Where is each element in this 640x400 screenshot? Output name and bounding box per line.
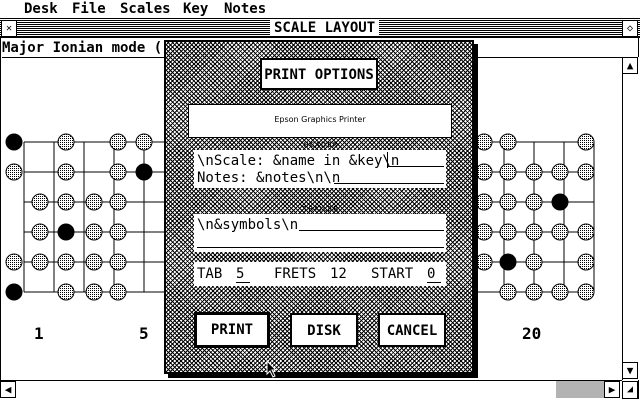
trailer-line-1[interactable]: \n&symbols\n xyxy=(197,217,298,233)
scale-note-marker xyxy=(57,163,75,181)
trailer-line-2-blank xyxy=(197,247,444,248)
header-line-1[interactable]: \nScale: &name in &key\n xyxy=(197,153,399,169)
start-label: START xyxy=(371,266,414,282)
frets-label: FRETS xyxy=(274,266,317,282)
fret-number-1: 1 xyxy=(34,324,44,343)
scale-note-marker xyxy=(135,133,153,151)
scale-note-marker xyxy=(5,253,23,271)
scale-note-marker xyxy=(577,223,595,241)
printer-name: Epson Graphics Printer xyxy=(274,115,366,124)
scale-note-marker xyxy=(499,193,517,211)
fret-number-5: 5 xyxy=(139,324,149,343)
header-field[interactable]: \nScale: &name in &key\n Notes: &notes\n… xyxy=(194,150,446,188)
scale-note-marker xyxy=(109,133,127,151)
scale-note-marker xyxy=(85,283,103,301)
resize-box-icon[interactable]: ◢ xyxy=(622,381,638,399)
menu-notes[interactable]: Notes xyxy=(224,1,266,17)
close-box-icon[interactable]: ✕ xyxy=(1,20,17,37)
cancel-button[interactable]: CANCEL xyxy=(378,313,446,347)
scale-note-marker xyxy=(85,193,103,211)
tab-value-field[interactable]: 5 xyxy=(236,266,250,283)
root-note-marker xyxy=(5,133,23,151)
scale-note-marker xyxy=(577,253,595,271)
window-title: SCALE LAYOUT xyxy=(270,20,380,36)
vertical-scrollbar[interactable] xyxy=(622,57,639,380)
scale-note-marker xyxy=(109,163,127,181)
root-note-marker xyxy=(5,283,23,301)
trailer-field[interactable]: \n&symbols\n xyxy=(194,214,446,252)
scale-note-marker xyxy=(499,163,517,181)
scale-note-marker xyxy=(525,163,543,181)
printer-name-box[interactable]: Epson Graphics Printer xyxy=(188,104,452,138)
layout-settings-row: TAB 5 FRETS 12 START 0 xyxy=(194,262,446,286)
scale-note-marker xyxy=(31,253,49,271)
scale-note-marker xyxy=(57,193,75,211)
scale-note-marker xyxy=(525,193,543,211)
scale-note-marker xyxy=(525,253,543,271)
menu-bar: Desk File Scales Key Notes xyxy=(0,0,640,19)
scale-note-marker xyxy=(5,163,23,181)
scale-note-marker xyxy=(499,223,517,241)
menu-scales[interactable]: Scales xyxy=(120,1,171,17)
frets-value-field[interactable]: 12 xyxy=(330,266,347,282)
scale-note-marker xyxy=(577,133,595,151)
scale-note-marker xyxy=(499,133,517,151)
print-options-dialog: PRINT OPTIONS Epson Graphics Printer HEA… xyxy=(164,40,474,374)
horizontal-scrollbar[interactable] xyxy=(0,380,622,399)
trailer-line-1-blank xyxy=(299,230,444,231)
scale-note-marker xyxy=(85,223,103,241)
scale-note-marker xyxy=(109,283,127,301)
tab-label: TAB xyxy=(197,266,223,282)
root-note-marker xyxy=(135,163,153,181)
scale-note-marker xyxy=(577,283,595,301)
mouse-pointer-icon xyxy=(266,360,278,378)
print-button[interactable]: PRINT xyxy=(194,312,270,348)
scale-note-marker xyxy=(551,223,569,241)
scale-note-marker xyxy=(57,133,75,151)
horizontal-scroll-thumb[interactable] xyxy=(556,381,604,398)
text-cursor xyxy=(387,152,388,168)
scale-note-marker xyxy=(551,163,569,181)
header-line-2[interactable]: Notes: &notes\n\n xyxy=(197,170,340,186)
scale-note-marker xyxy=(475,223,493,241)
scale-note-marker xyxy=(551,283,569,301)
scroll-up-icon[interactable]: ▲ xyxy=(622,57,638,74)
full-box-icon[interactable]: ◇ xyxy=(622,20,638,37)
scale-note-marker xyxy=(31,223,49,241)
trailer-label: TRAILER xyxy=(303,205,339,213)
scale-note-marker xyxy=(577,163,595,181)
menu-file[interactable]: File xyxy=(72,1,106,17)
menu-key[interactable]: Key xyxy=(183,1,208,17)
scale-note-marker xyxy=(525,283,543,301)
scale-note-marker xyxy=(475,133,493,151)
start-value-field[interactable]: 0 xyxy=(427,266,441,283)
header-label: HEADER xyxy=(303,141,339,149)
scale-note-marker xyxy=(499,283,517,301)
header-line-1-blank xyxy=(388,166,444,167)
scroll-down-icon[interactable]: ▼ xyxy=(622,362,638,379)
scroll-right-icon[interactable]: ▶ xyxy=(604,381,620,398)
disk-button[interactable]: DISK xyxy=(290,313,358,347)
scale-note-marker xyxy=(109,223,127,241)
scale-note-marker xyxy=(475,193,493,211)
scale-note-marker xyxy=(109,253,127,271)
scale-note-marker xyxy=(525,223,543,241)
print-options-title: PRINT OPTIONS xyxy=(260,58,378,90)
root-note-marker xyxy=(499,253,517,271)
menu-desk[interactable]: Desk xyxy=(24,1,58,17)
scale-note-marker xyxy=(475,253,493,271)
scale-note-marker xyxy=(109,193,127,211)
root-note-marker xyxy=(551,193,569,211)
scale-note-marker xyxy=(475,163,493,181)
scale-note-marker xyxy=(57,253,75,271)
scale-note-marker xyxy=(31,193,49,211)
scale-note-marker xyxy=(57,283,75,301)
scroll-left-icon[interactable]: ◀ xyxy=(0,381,16,398)
root-note-marker xyxy=(57,223,75,241)
fret-number-20: 20 xyxy=(522,324,542,343)
header-line-2-blank xyxy=(334,183,444,184)
scale-note-marker xyxy=(85,253,103,271)
